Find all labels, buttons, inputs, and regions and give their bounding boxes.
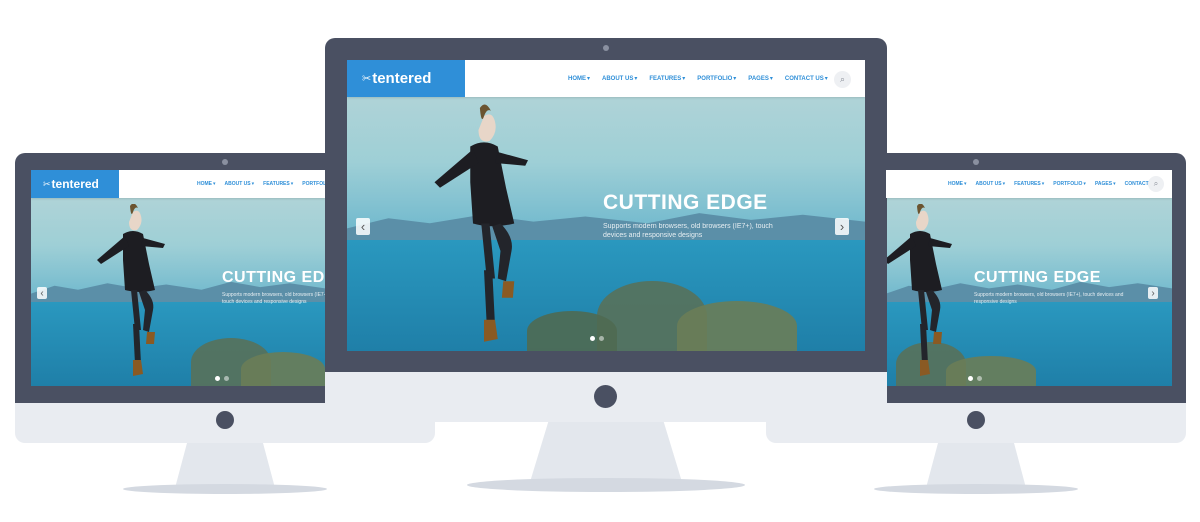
nav-portfolio[interactable]: PORTFOLIO: [1053, 181, 1082, 187]
slide-dot-2[interactable]: [224, 376, 229, 381]
slide-next-button[interactable]: ›: [1148, 287, 1158, 299]
search-icon[interactable]: ⌕: [1148, 176, 1164, 192]
logo-text: tentered: [372, 70, 432, 87]
slide-dot-2[interactable]: [599, 336, 604, 341]
hero-person-image: [97, 204, 165, 376]
site-logo[interactable]: ✂ tentered: [31, 170, 119, 198]
search-icon[interactable]: ⌕: [834, 71, 851, 88]
camera-icon: [222, 159, 228, 165]
hero-person-image: [886, 204, 952, 376]
power-button-icon: [967, 411, 985, 429]
website-screen-left: ✂ tentered HOME ▾ ABOUT US ▾ FEATURES ▾ POR…: [31, 170, 325, 386]
slide-dot-1[interactable]: [215, 376, 220, 381]
camera-icon: [973, 159, 979, 165]
slide-description: Supports modern browsers, old browsers (…: [974, 292, 1124, 305]
slide-prev-button[interactable]: ‹: [37, 287, 47, 299]
monitor-center: ✂ tentered HOME ▾ ABOUT US ▾ FEATURES ▾ POR…: [325, 38, 887, 500]
logo-text: tentered: [51, 177, 99, 191]
site-navbar: ✂ tentered HOME ▾ ABOUT US ▾ FEATURES ▾ POR…: [31, 170, 325, 198]
nav-menu: HOME ▾ ABOUT US ▾ FEATURES ▾ PORTFOLIO ▾ PAG…: [948, 181, 1161, 187]
power-button-icon: [594, 385, 617, 408]
nav-about-us[interactable]: ABOUT US: [602, 76, 633, 82]
slide-dot-1[interactable]: [590, 336, 595, 341]
slide-pagination: [215, 376, 229, 381]
slide-pagination: [968, 376, 982, 381]
nav-pages[interactable]: PAGES: [748, 76, 769, 82]
slide-title: CUTTING EDGE: [222, 269, 325, 286]
website-screen-right: HOME ▾ ABOUT US ▾ FEATURES ▾ PORTFOLIO ▾ PAG…: [886, 170, 1172, 386]
slide-description: Supports modern browsers, old browsers (…: [603, 223, 773, 240]
nav-features[interactable]: FEATURES: [263, 181, 290, 187]
nav-menu: HOME ▾ ABOUT US ▾ FEATURES ▾ PORTFOLIO ▾ PAG…: [568, 75, 828, 83]
slide-title: CUTTING EDGE: [974, 269, 1101, 286]
website-screen-center: ✂ tentered HOME ▾ ABOUT US ▾ FEATURES ▾ POR…: [347, 60, 865, 351]
nav-about-us[interactable]: ABOUT US: [225, 181, 251, 187]
nav-home[interactable]: HOME: [948, 181, 963, 187]
nav-features[interactable]: FEATURES: [1014, 181, 1041, 187]
nav-pages[interactable]: PAGES: [1095, 181, 1112, 187]
slide-description: Supports modern browsers, old browsers (…: [222, 292, 325, 305]
nav-features[interactable]: FEATURES: [649, 76, 681, 82]
power-button-icon: [216, 411, 234, 429]
slide-title: CUTTING EDGE: [603, 191, 768, 214]
camera-icon: [603, 45, 609, 51]
nav-contact-us[interactable]: CONTACT US: [785, 76, 824, 82]
nav-portfolio[interactable]: PORTFOLIO: [697, 76, 732, 82]
slide-prev-button[interactable]: ‹: [356, 218, 370, 235]
nav-home[interactable]: HOME: [197, 181, 212, 187]
site-logo[interactable]: ✂ tentered: [347, 60, 465, 97]
nav-home[interactable]: HOME: [568, 76, 586, 82]
hero-person-image: [434, 104, 528, 342]
scissors-icon: ✂: [43, 178, 51, 189]
slide-dot-2[interactable]: [977, 376, 982, 381]
slide-dot-1[interactable]: [968, 376, 973, 381]
site-navbar: HOME ▾ ABOUT US ▾ FEATURES ▾ PORTFOLIO ▾ PAG…: [886, 170, 1172, 198]
site-navbar: ✂ tentered HOME ▾ ABOUT US ▾ FEATURES ▾ POR…: [347, 60, 865, 97]
nav-about-us[interactable]: ABOUT US: [976, 181, 1002, 187]
nav-portfolio[interactable]: PORTFOLIO: [302, 181, 325, 187]
scissors-icon: ✂: [362, 73, 372, 85]
slide-pagination: [590, 336, 604, 341]
slide-next-button[interactable]: ›: [835, 218, 849, 235]
nav-menu: HOME▾ ABOUT US▾ FEATURES▾ PORTFOLIO▾: [197, 170, 325, 198]
